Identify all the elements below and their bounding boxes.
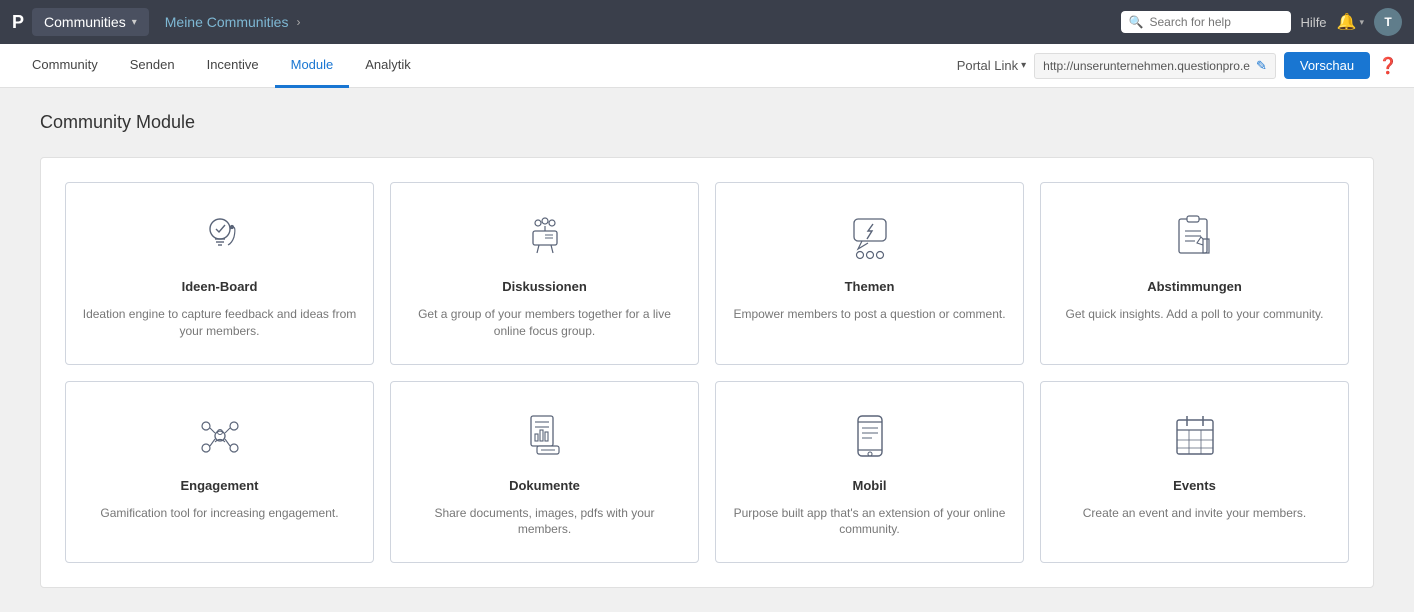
- modules-container: Ideen-Board Ideation engine to capture f…: [40, 157, 1374, 588]
- portal-link-label[interactable]: Portal Link ▾: [957, 58, 1026, 73]
- portal-chevron-icon: ▾: [1021, 60, 1026, 71]
- nav-community[interactable]: Community: [16, 44, 114, 88]
- module-desc-events: Create an event and invite your members.: [1083, 505, 1306, 522]
- search-input[interactable]: [1149, 15, 1279, 29]
- module-card-events[interactable]: Events Create an event and invite your m…: [1040, 381, 1349, 564]
- module-desc-mobil: Purpose built app that's an extension of…: [732, 505, 1007, 539]
- module-desc-ideen-board: Ideation engine to capture feedback and …: [82, 306, 357, 340]
- logo-icon[interactable]: P: [12, 12, 24, 33]
- top-bar: P Communities ▾ Meine Communities › 🔍 Hi…: [0, 0, 1414, 44]
- main-content: Community Module: [0, 88, 1414, 612]
- bell-icon: 🔔: [1337, 12, 1357, 32]
- module-title-abstimmungen: Abstimmungen: [1147, 279, 1242, 294]
- secondary-nav: Community Senden Incentive Module Analyt…: [0, 44, 1414, 88]
- breadcrumb: Meine Communities ›: [165, 14, 1121, 30]
- module-desc-abstimmungen: Get quick insights. Add a poll to your c…: [1066, 306, 1324, 323]
- page-title: Community Module: [40, 112, 1374, 133]
- portal-link-area: Portal Link ▾ http://unserunternehmen.qu…: [957, 52, 1398, 79]
- nav-analytik[interactable]: Analytik: [349, 44, 427, 88]
- module-desc-dokumente: Share documents, images, pdfs with your …: [407, 505, 682, 539]
- module-card-abstimmungen[interactable]: Abstimmungen Get quick insights. Add a p…: [1040, 182, 1349, 365]
- module-title-ideen-board: Ideen-Board: [182, 279, 258, 294]
- notification-bell[interactable]: 🔔 ▾: [1337, 12, 1364, 32]
- vorschau-button[interactable]: Vorschau: [1284, 52, 1370, 79]
- module-title-mobil: Mobil: [853, 478, 887, 493]
- search-box[interactable]: 🔍: [1121, 11, 1291, 33]
- chevron-down-icon: ▾: [132, 17, 137, 28]
- breadcrumb-link[interactable]: Meine Communities: [165, 14, 289, 30]
- breadcrumb-separator: ›: [296, 15, 300, 29]
- ideen-board-icon: [192, 207, 248, 267]
- portal-url-box: http://unserunternehmen.questionpro.e ✎: [1034, 53, 1276, 79]
- search-icon: 🔍: [1129, 15, 1144, 29]
- brand-label: Communities: [44, 14, 126, 30]
- bell-chevron-icon: ▾: [1359, 17, 1364, 28]
- module-card-engagement[interactable]: Engagement Gamification tool for increas…: [65, 381, 374, 564]
- engagement-icon: [192, 406, 248, 466]
- nav-items: Community Senden Incentive Module Analyt…: [16, 44, 957, 88]
- nav-module[interactable]: Module: [275, 44, 350, 88]
- mobil-icon: [842, 406, 898, 466]
- module-card-themen[interactable]: Themen Empower members to post a questio…: [715, 182, 1024, 365]
- brand-dropdown[interactable]: Communities ▾: [32, 8, 149, 36]
- nav-incentive[interactable]: Incentive: [191, 44, 275, 88]
- module-card-diskussionen[interactable]: Diskussionen Get a group of your members…: [390, 182, 699, 365]
- modules-grid: Ideen-Board Ideation engine to capture f…: [65, 182, 1349, 563]
- module-title-themen: Themen: [845, 279, 895, 294]
- module-card-mobil[interactable]: Mobil Purpose built app that's an extens…: [715, 381, 1024, 564]
- user-avatar[interactable]: T: [1374, 8, 1402, 36]
- help-label[interactable]: Hilfe: [1301, 15, 1327, 30]
- module-desc-diskussionen: Get a group of your members together for…: [407, 306, 682, 340]
- edit-icon[interactable]: ✎: [1256, 58, 1267, 74]
- help-circle-icon[interactable]: ❓: [1378, 56, 1398, 76]
- module-title-dokumente: Dokumente: [509, 478, 580, 493]
- module-card-ideen-board[interactable]: Ideen-Board Ideation engine to capture f…: [65, 182, 374, 365]
- events-icon: [1167, 406, 1223, 466]
- module-card-dokumente[interactable]: Dokumente Share documents, images, pdfs …: [390, 381, 699, 564]
- module-title-events: Events: [1173, 478, 1216, 493]
- abstimmungen-icon: [1167, 207, 1223, 267]
- module-desc-themen: Empower members to post a question or co…: [733, 306, 1005, 323]
- module-title-engagement: Engagement: [180, 478, 258, 493]
- portal-url-text: http://unserunternehmen.questionpro.e: [1043, 59, 1250, 73]
- module-desc-engagement: Gamification tool for increasing engagem…: [100, 505, 338, 522]
- nav-senden[interactable]: Senden: [114, 44, 191, 88]
- top-bar-right: 🔍 Hilfe 🔔 ▾ T: [1121, 8, 1402, 36]
- diskussionen-icon: [517, 207, 573, 267]
- module-title-diskussionen: Diskussionen: [502, 279, 587, 294]
- dokumente-icon: [517, 406, 573, 466]
- themen-icon: [842, 207, 898, 267]
